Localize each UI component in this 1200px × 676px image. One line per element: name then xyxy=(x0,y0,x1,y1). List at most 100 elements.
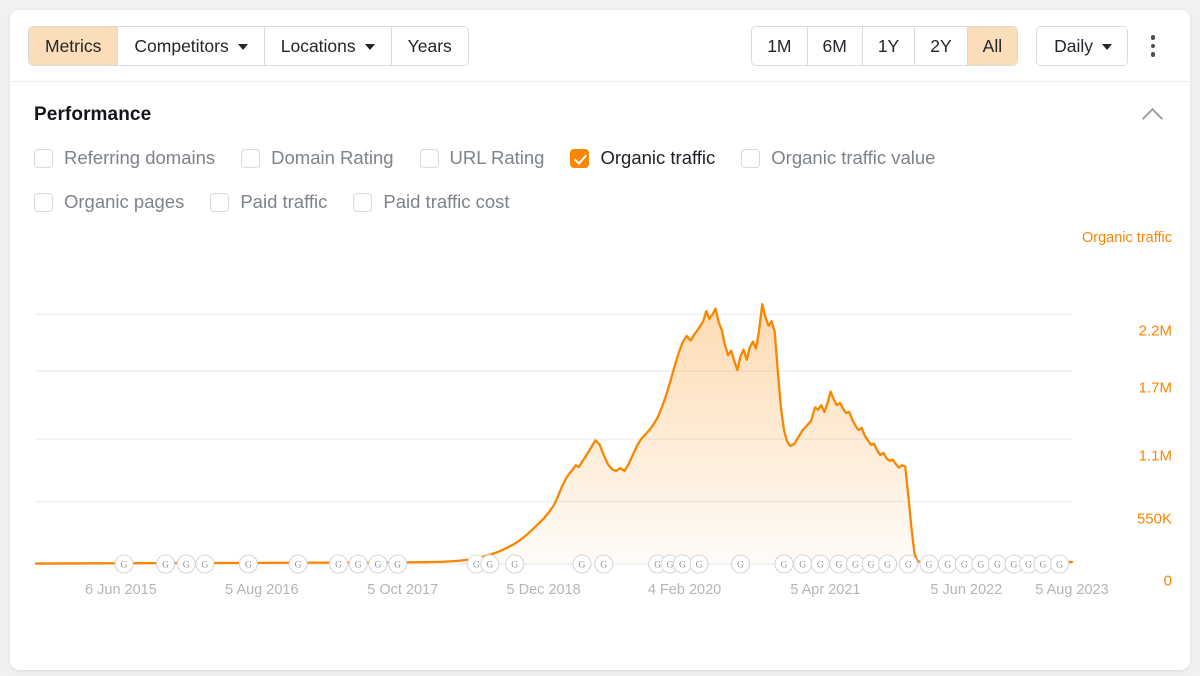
tab-competitors[interactable]: Competitors xyxy=(118,27,264,65)
google-update-marker[interactable]: G xyxy=(879,555,897,573)
metric-label: Organic pages xyxy=(64,191,184,213)
x-axis-tick-label: 4 Feb 2020 xyxy=(648,582,721,598)
y-axis-tick-label: 550K xyxy=(1137,510,1172,527)
svg-text:G: G xyxy=(486,560,493,570)
checkbox-icon xyxy=(353,193,372,212)
range-6m[interactable]: 6M xyxy=(808,27,863,65)
metric-label: URL Rating xyxy=(450,147,545,169)
svg-text:G: G xyxy=(579,560,586,570)
google-update-marker[interactable]: G xyxy=(389,555,407,573)
google-update-marker[interactable]: G xyxy=(920,555,938,573)
metric-checkbox-domain-rating[interactable]: Domain Rating xyxy=(241,147,393,169)
tab-years[interactable]: Years xyxy=(392,27,468,65)
google-update-marker[interactable]: G xyxy=(1051,555,1069,573)
google-update-marker[interactable]: G xyxy=(330,555,348,573)
metric-label: Domain Rating xyxy=(271,147,393,169)
svg-text:G: G xyxy=(835,560,842,570)
tab-metrics[interactable]: Metrics xyxy=(29,27,118,65)
metric-checkbox-referring-domains[interactable]: Referring domains xyxy=(34,147,215,169)
google-update-marker[interactable]: G xyxy=(506,555,524,573)
svg-text:G: G xyxy=(884,560,891,570)
svg-text:G: G xyxy=(374,560,381,570)
tab-label: Locations xyxy=(281,36,356,57)
metric-checkbox-paid-traffic-cost[interactable]: Paid traffic cost xyxy=(353,191,509,213)
date-range-selector: 1M6M1Y2YAll xyxy=(751,26,1018,66)
x-axis-tick-label: 5 Oct 2017 xyxy=(367,582,438,598)
checkbox-icon xyxy=(210,193,229,212)
svg-text:G: G xyxy=(394,560,401,570)
kebab-menu-icon[interactable] xyxy=(1136,26,1170,66)
chart-plot-area[interactable]: GGGGGGGGGGGGGGGGGGGGGGGGGGGGGGGGGGGGG xyxy=(36,252,1072,564)
google-update-marker[interactable]: G xyxy=(196,555,214,573)
kebab-dot xyxy=(1151,35,1156,40)
google-update-marker[interactable]: G xyxy=(794,555,812,573)
y-axis-tick-label: 1.1M xyxy=(1139,448,1172,465)
svg-text:G: G xyxy=(245,560,252,570)
svg-text:G: G xyxy=(667,560,674,570)
google-update-marker[interactable]: G xyxy=(115,555,133,573)
google-update-marker[interactable]: G xyxy=(972,555,990,573)
google-update-marker[interactable]: G xyxy=(573,555,591,573)
checkbox-checked-icon xyxy=(570,149,589,168)
metric-checkbox-organic-pages[interactable]: Organic pages xyxy=(34,191,184,213)
chevron-down-icon xyxy=(238,44,248,50)
range-2y[interactable]: 2Y xyxy=(915,27,967,65)
google-update-marker[interactable]: G xyxy=(177,555,195,573)
google-update-marker[interactable]: G xyxy=(1034,555,1052,573)
x-axis-tick-label: 5 Apr 2021 xyxy=(790,582,860,598)
google-update-marker[interactable]: G xyxy=(899,555,917,573)
granularity-label: Daily xyxy=(1054,36,1093,57)
chevron-up-icon[interactable] xyxy=(1140,104,1166,124)
tab-label: Metrics xyxy=(45,36,101,57)
range-1m[interactable]: 1M xyxy=(752,27,807,65)
google-update-marker[interactable]: G xyxy=(157,555,175,573)
google-update-marker[interactable]: G xyxy=(289,555,307,573)
google-update-markers: GGGGGGGGGGGGGGGGGGGGGGGGGGGGGGGGGGGGG xyxy=(36,252,1072,564)
google-update-marker[interactable]: G xyxy=(811,555,829,573)
svg-text:G: G xyxy=(201,560,208,570)
google-update-marker[interactable]: G xyxy=(939,555,957,573)
range-all[interactable]: All xyxy=(968,27,1017,65)
google-update-marker[interactable]: G xyxy=(481,555,499,573)
tab-locations[interactable]: Locations xyxy=(265,27,392,65)
x-axis-tick-label: 5 Aug 2023 xyxy=(1035,582,1108,598)
tab-label: Competitors xyxy=(134,36,228,57)
google-update-marker[interactable]: G xyxy=(349,555,367,573)
range-1y[interactable]: 1Y xyxy=(863,27,915,65)
google-update-marker[interactable]: G xyxy=(955,555,973,573)
svg-text:G: G xyxy=(737,560,744,570)
svg-text:G: G xyxy=(696,560,703,570)
google-update-marker[interactable]: G xyxy=(595,555,613,573)
checkbox-icon xyxy=(241,149,260,168)
svg-text:G: G xyxy=(994,560,1001,570)
google-update-marker[interactable]: G xyxy=(369,555,387,573)
x-axis-tick-label: 5 Dec 2018 xyxy=(507,582,581,598)
range-controls: 1M6M1Y2YAll Daily xyxy=(751,26,1128,66)
svg-text:G: G xyxy=(852,560,859,570)
google-update-marker[interactable]: G xyxy=(988,555,1006,573)
metric-checkbox-organic-traffic[interactable]: Organic traffic xyxy=(570,147,715,169)
google-update-marker[interactable]: G xyxy=(775,555,793,573)
google-update-marker[interactable]: G xyxy=(690,555,708,573)
metric-row: Referring domains Domain Rating URL Rating… xyxy=(34,136,1166,180)
svg-text:G: G xyxy=(868,560,875,570)
metric-checkbox-paid-traffic[interactable]: Paid traffic xyxy=(210,191,327,213)
app-root: MetricsCompetitorsLocationsYears 1M6M1Y2… xyxy=(0,0,1200,676)
svg-text:G: G xyxy=(511,560,518,570)
metric-checkbox-url-rating[interactable]: URL Rating xyxy=(420,147,545,169)
google-update-marker[interactable]: G xyxy=(862,555,880,573)
y-axis-tick-label: 2.2M xyxy=(1139,323,1172,340)
checkbox-icon xyxy=(420,149,439,168)
metric-checkbox-organic-traffic-value[interactable]: Organic traffic value xyxy=(741,147,935,169)
svg-text:G: G xyxy=(1040,560,1047,570)
chart-toolbar: Metrics Competitors Locations Years 1M6M1Y2… xyxy=(10,10,1190,82)
metric-label: Referring domains xyxy=(64,147,215,169)
google-update-marker[interactable]: G xyxy=(673,555,691,573)
granularity-button[interactable]: Daily xyxy=(1037,27,1127,65)
google-update-marker[interactable]: G xyxy=(731,555,749,573)
svg-text:G: G xyxy=(1056,560,1063,570)
google-update-marker[interactable]: G xyxy=(830,555,848,573)
svg-text:G: G xyxy=(977,560,984,570)
kebab-dot xyxy=(1151,44,1156,49)
google-update-marker[interactable]: G xyxy=(239,555,257,573)
